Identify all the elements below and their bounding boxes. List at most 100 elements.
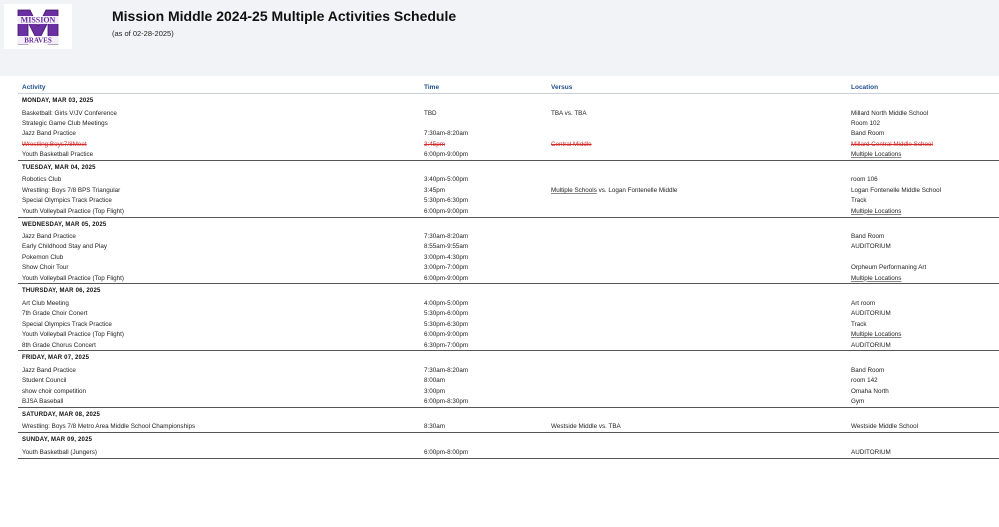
versus-cell: Central Middle (551, 140, 592, 148)
day-group: SATURDAY, MAR 08, 2025 Wrestling: Boys 7/… (18, 408, 999, 434)
location-cell: Logan Fontenelle Middle School (851, 186, 941, 194)
time-cell: 3:45pm (424, 186, 446, 194)
time-cell: 6:00pm-8:00pm (424, 448, 469, 456)
table-row: Wrestling: Boys 7/8 BPS Triangular 3:45pm… (18, 185, 999, 195)
location-cell: Westside Middle School (851, 423, 919, 431)
table-row: BJSA Baseball 6:00pm-8:30pm Gym (18, 397, 999, 407)
table-row: Show Choir Tour 3:00pm-7:00pm Orpheum Perf… (18, 263, 999, 273)
time-cell: 8:30am (424, 423, 446, 431)
day-heading: WEDNESDAY, MAR 05, 2025 (18, 218, 999, 232)
activity-cell: Youth Volleyball Practice (Top Flight) (22, 274, 124, 282)
table-row: Youth Volleyball Practice (Top Flight) 6:… (18, 330, 999, 340)
column-activity[interactable]: Activity (22, 84, 45, 91)
activity-cell: Strategic Game Club Meetings (22, 119, 108, 127)
table-row: Youth Basketball Practice 6:00pm-9:00pm Mu… (18, 150, 999, 160)
versus-cell: Westside Middle vs. TBA (551, 423, 621, 431)
location-cell: AUDITORIUM (851, 243, 891, 251)
time-cell: 3:45pm (424, 140, 446, 148)
activity-cell: Wrestling:Boys7/8Meet (22, 140, 87, 148)
activity-cell: Robotics Club (22, 176, 62, 184)
table-row: Youth Basketball (Jungers) 6:00pm-8:00pm A… (18, 447, 999, 457)
table-row: Pokemon Club 3:00pm-4:30pm (18, 252, 999, 262)
table-row: Youth Volleyball Practice (Top Flight) 6:… (18, 273, 999, 283)
location-cell: Band Room (851, 130, 885, 138)
versus-link[interactable]: Multiple Schools (551, 187, 597, 194)
location-cell: room 106 (851, 176, 878, 184)
table-row: Early Childhood Stay and Play 8:55am-9:55… (18, 242, 999, 252)
day-group: SUNDAY, MAR 09, 2025 Youth Basketball (Ju… (18, 433, 999, 459)
day-heading: TUESDAY, MAR 04, 2025 (18, 161, 999, 175)
activity-cell: Youth Volleyball Practice (Top Flight) (22, 331, 124, 339)
table-row: Jazz Band Practice 7:30am-8:20am Band Room (18, 232, 999, 242)
svg-text:MISSION: MISSION (21, 16, 56, 25)
day-groups: MONDAY, MAR 03, 2025 Basketball: Girls V/… (18, 94, 999, 459)
activity-cell: Basketball: Girls V/JV Conference (22, 109, 117, 117)
time-cell: 3:00pm (424, 387, 446, 395)
day-date: THURSDAY, MAR 06, 2025 (22, 288, 101, 295)
day-date: WEDNESDAY, MAR 05, 2025 (22, 221, 107, 228)
location-link[interactable]: Multiple Locations (851, 331, 901, 338)
activity-cell: Youth Basketball Practice (22, 151, 94, 159)
activity-cell: Wrestling: Boys 7/8 Metro Area Middle Sc… (22, 423, 196, 431)
page-title: Mission Middle 2024-25 Multiple Activiti… (112, 8, 457, 24)
location-link[interactable]: Multiple Locations (851, 208, 901, 215)
activity-cell: 7th Grade Choir Conert (22, 310, 88, 318)
activity-cell: Wrestling: Boys 7/8 BPS Triangular (22, 186, 121, 194)
activity-cell: Early Childhood Stay and Play (22, 243, 108, 251)
location-cell: Art room (851, 299, 876, 307)
day-heading: SUNDAY, MAR 09, 2025 (18, 433, 999, 447)
location-cell: AUDITORIUM (851, 448, 891, 456)
day-date: TUESDAY, MAR 04, 2025 (22, 164, 96, 171)
schedule-table: Activity Time Versus Location MONDAY, MA… (18, 82, 999, 459)
time-cell: TBD (424, 109, 437, 117)
location-cell: room 142 (851, 377, 878, 385)
location-cell: Band Room (851, 366, 885, 374)
time-cell: 3:40pm-5:00pm (424, 176, 469, 184)
versus-cell: TBA vs. TBA (551, 109, 587, 117)
activity-cell: Show Choir Tour (22, 264, 69, 272)
time-cell: 8:00am (424, 377, 446, 385)
table-row: Wrestling: Boys 7/8 Metro Area Middle Sc… (18, 422, 999, 432)
versus-text: vs. Logan Fontenelle Middle (596, 186, 678, 194)
column-versus[interactable]: Versus (551, 84, 572, 91)
activity-cell: BJSA Baseball (22, 398, 64, 406)
activity-cell: Student Council (22, 377, 67, 385)
table-row: 8th Grade Chorus Concert 6:30pm-7:00pm AUD… (18, 340, 999, 350)
activity-cell: Youth Basketball (Jungers) (22, 448, 98, 456)
time-cell: 3:00pm-7:00pm (424, 264, 469, 272)
activity-cell: Youth Volleyball Practice (Top Flight) (22, 207, 124, 215)
table-row: show choir competition 3:00pm Omaha North (18, 386, 999, 396)
time-cell: 7:30am-8:20am (424, 366, 469, 374)
day-date: SATURDAY, MAR 08, 2025 (22, 411, 101, 418)
time-cell: 4:00pm-5:00pm (424, 299, 469, 307)
time-cell: 7:30am-8:20am (424, 233, 469, 241)
time-cell: 7:30am-8:20am (424, 130, 469, 138)
day-heading: SATURDAY, MAR 08, 2025 (18, 408, 999, 422)
location-cell: Track (851, 197, 867, 205)
table-row: Basketball: Girls V/JV Conference TBD TBA … (18, 108, 999, 118)
time-cell: 6:00pm-9:00pm (424, 151, 469, 159)
day-date: FRIDAY, MAR 07, 2025 (22, 355, 90, 362)
activity-cell: Jazz Band Practice (22, 366, 76, 374)
time-cell: 6:00pm-9:00pm (424, 331, 469, 339)
table-row: Art Club Meeting 4:00pm-5:00pm Art room (18, 298, 999, 308)
day-date: MONDAY, MAR 03, 2025 (22, 98, 94, 104)
page-header: MISSION BRAVES Mission Middle 2024-25 Mu… (0, 0, 999, 76)
svg-text:BRAVES: BRAVES (24, 37, 52, 45)
activity-cell: Pokemon Club (22, 253, 64, 261)
table-row: Student Council 8:00am room 142 (18, 376, 999, 386)
location-cell: AUDITORIUM (851, 310, 891, 318)
day-group: TUESDAY, MAR 04, 2025 Robotics Club 3:40pm… (18, 161, 999, 218)
column-time[interactable]: Time (424, 84, 439, 91)
day-heading: THURSDAY, MAR 06, 2025 (18, 284, 999, 298)
activity-cell: show choir competition (22, 387, 87, 395)
column-location[interactable]: Location (851, 84, 878, 91)
location-link[interactable]: Multiple Locations (851, 151, 901, 158)
location-link[interactable]: Multiple Locations (851, 275, 901, 282)
versus-cell: Multiple Schools vs. Logan Fontenelle Mi… (551, 187, 677, 194)
table-row: Robotics Club 3:40pm-5:00pm room 106 (18, 175, 999, 185)
day-heading: FRIDAY, MAR 07, 2025 (18, 351, 999, 365)
time-cell: 5:30pm-6:00pm (424, 310, 469, 318)
time-cell: 6:30pm-7:00pm (424, 341, 469, 349)
time-cell: 6:00pm-8:30pm (424, 398, 469, 406)
